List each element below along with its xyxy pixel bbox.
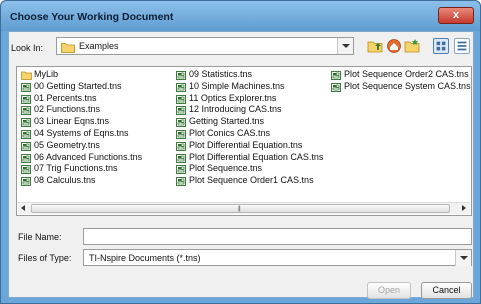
file-list-item[interactable]: Plot Conics CAS.tns xyxy=(176,128,323,140)
file-type-dropdown[interactable]: TI-Nspire Documents (*.tns) xyxy=(83,249,472,266)
file-list-item-label: 07 Trig Functions.tns xyxy=(34,163,118,174)
look-in-dropdown-arrow-icon[interactable] xyxy=(337,38,353,54)
file-list-item-label: Plot Sequence Order2 CAS.tns xyxy=(344,69,469,79)
file-type-dropdown-arrow-icon[interactable] xyxy=(455,250,471,266)
folder-icon xyxy=(61,43,75,53)
file-list-item[interactable]: 06 Advanced Functions.tns xyxy=(21,152,142,164)
file-list-item[interactable]: Plot Sequence System CAS.tns xyxy=(331,81,471,93)
file-list-item-label: 11 Optics Explorer.tns xyxy=(189,92,277,103)
file-type-label: Files of Type: xyxy=(18,253,72,263)
title-bar[interactable]: Choose Your Working Document x xyxy=(1,1,480,31)
look-in-label: Look In: xyxy=(11,43,44,53)
file-list-item[interactable]: 08 Calculus.tns xyxy=(21,175,142,187)
file-list-item-label: 10 Simple Machines.tns xyxy=(189,80,285,91)
file-list-item-label: 08 Calculus.tns xyxy=(34,175,96,186)
file-list-item[interactable]: 01 Percents.tns xyxy=(21,93,142,105)
file-list-item-label: Plot Differential Equation CAS.tns xyxy=(189,151,324,162)
scroll-thumb[interactable]: ||| xyxy=(31,204,450,213)
file-list-item[interactable]: MyLib xyxy=(21,69,142,81)
file-list-item-label: 02 Functions.tns xyxy=(34,104,101,115)
new-folder-icon[interactable] xyxy=(404,38,420,54)
file-list-item-label: Plot Sequence Order1 CAS.tns xyxy=(189,175,314,186)
file-list-item[interactable]: Plot Differential Equation.tns xyxy=(176,140,323,152)
home-icon[interactable] xyxy=(386,38,402,54)
look-in-dropdown[interactable]: Examples xyxy=(56,37,354,55)
file-list-item[interactable]: Plot Sequence Order1 CAS.tns xyxy=(176,175,323,187)
scroll-right-icon[interactable] xyxy=(458,203,470,214)
file-list-item[interactable]: 00 Getting Started.tns xyxy=(21,81,142,93)
file-list-item-label: 05 Geometry.tns xyxy=(34,139,100,150)
file-list[interactable]: MyLib 00 Getting Started.tns 01 Percents.t… xyxy=(16,66,472,216)
close-button[interactable]: x xyxy=(438,7,474,24)
file-list-item[interactable]: 04 Systems of Eqns.tns xyxy=(21,128,142,140)
horizontal-scrollbar[interactable]: ||| xyxy=(18,202,470,214)
grip-icon: ||| xyxy=(238,206,241,212)
file-list-item[interactable]: 11 Optics Explorer.tns xyxy=(176,93,323,105)
document-icon xyxy=(176,177,186,190)
file-list-item-label: Plot Differential Equation.tns xyxy=(189,139,303,150)
list-view-icon[interactable] xyxy=(433,38,449,54)
open-button[interactable]: Open xyxy=(367,282,411,299)
file-type-value: TI-Nspire Documents (*.tns) xyxy=(89,253,201,263)
cancel-button[interactable]: Cancel xyxy=(421,282,472,299)
file-list-item[interactable]: Plot Sequence Order2 CAS.tns xyxy=(331,69,471,81)
file-list-item-label: 12 Introducing CAS.tns xyxy=(189,104,282,115)
file-list-item[interactable]: 09 Statistics.tns xyxy=(176,69,323,81)
file-name-input[interactable] xyxy=(83,228,472,245)
file-list-item[interactable]: 02 Functions.tns xyxy=(21,104,142,116)
file-list-item-label: Plot Sequence.tns xyxy=(189,163,263,174)
file-list-item-label: MyLib xyxy=(34,69,59,79)
scroll-left-icon[interactable] xyxy=(18,203,30,214)
file-list-item-label: 04 Systems of Eqns.tns xyxy=(34,127,129,138)
file-list-item[interactable]: 05 Geometry.tns xyxy=(21,140,142,152)
file-name-label: File Name: xyxy=(18,232,62,242)
details-view-icon[interactable] xyxy=(454,38,470,54)
file-list-item-label: Plot Sequence System CAS.tns xyxy=(344,80,471,91)
document-icon xyxy=(21,177,31,190)
file-list-item-label: Plot Conics CAS.tns xyxy=(189,127,271,138)
file-list-item-label: 09 Statistics.tns xyxy=(189,69,253,79)
file-list-item-label: 01 Percents.tns xyxy=(34,92,97,103)
file-list-item[interactable]: 07 Trig Functions.tns xyxy=(21,163,142,175)
up-folder-icon[interactable] xyxy=(367,38,383,54)
file-list-item-label: Getting Started.tns xyxy=(189,116,265,127)
file-column-1: MyLib 00 Getting Started.tns 01 Percents.t… xyxy=(21,69,142,187)
file-list-item[interactable]: Plot Differential Equation CAS.tns xyxy=(176,152,323,164)
file-list-item[interactable]: 10 Simple Machines.tns xyxy=(176,81,323,93)
look-in-value: Examples xyxy=(79,41,119,51)
file-list-item-label: 00 Getting Started.tns xyxy=(34,80,122,91)
file-list-item-label: 03 Linear Eqns.tns xyxy=(34,116,110,127)
file-list-item-label: 06 Advanced Functions.tns xyxy=(34,151,143,162)
file-list-item[interactable]: Getting Started.tns xyxy=(176,116,323,128)
file-column-3: Plot Sequence Order2 CAS.tns Plot Sequenc… xyxy=(331,69,471,93)
file-list-item[interactable]: 12 Introducing CAS.tns xyxy=(176,104,323,116)
dialog-title: Choose Your Working Document xyxy=(10,11,174,23)
file-list-item[interactable]: 03 Linear Eqns.tns xyxy=(21,116,142,128)
file-column-2: 09 Statistics.tns 10 Simple Machines.tns 1… xyxy=(176,69,323,187)
document-icon xyxy=(331,82,341,96)
file-list-item[interactable]: Plot Sequence.tns xyxy=(176,163,323,175)
